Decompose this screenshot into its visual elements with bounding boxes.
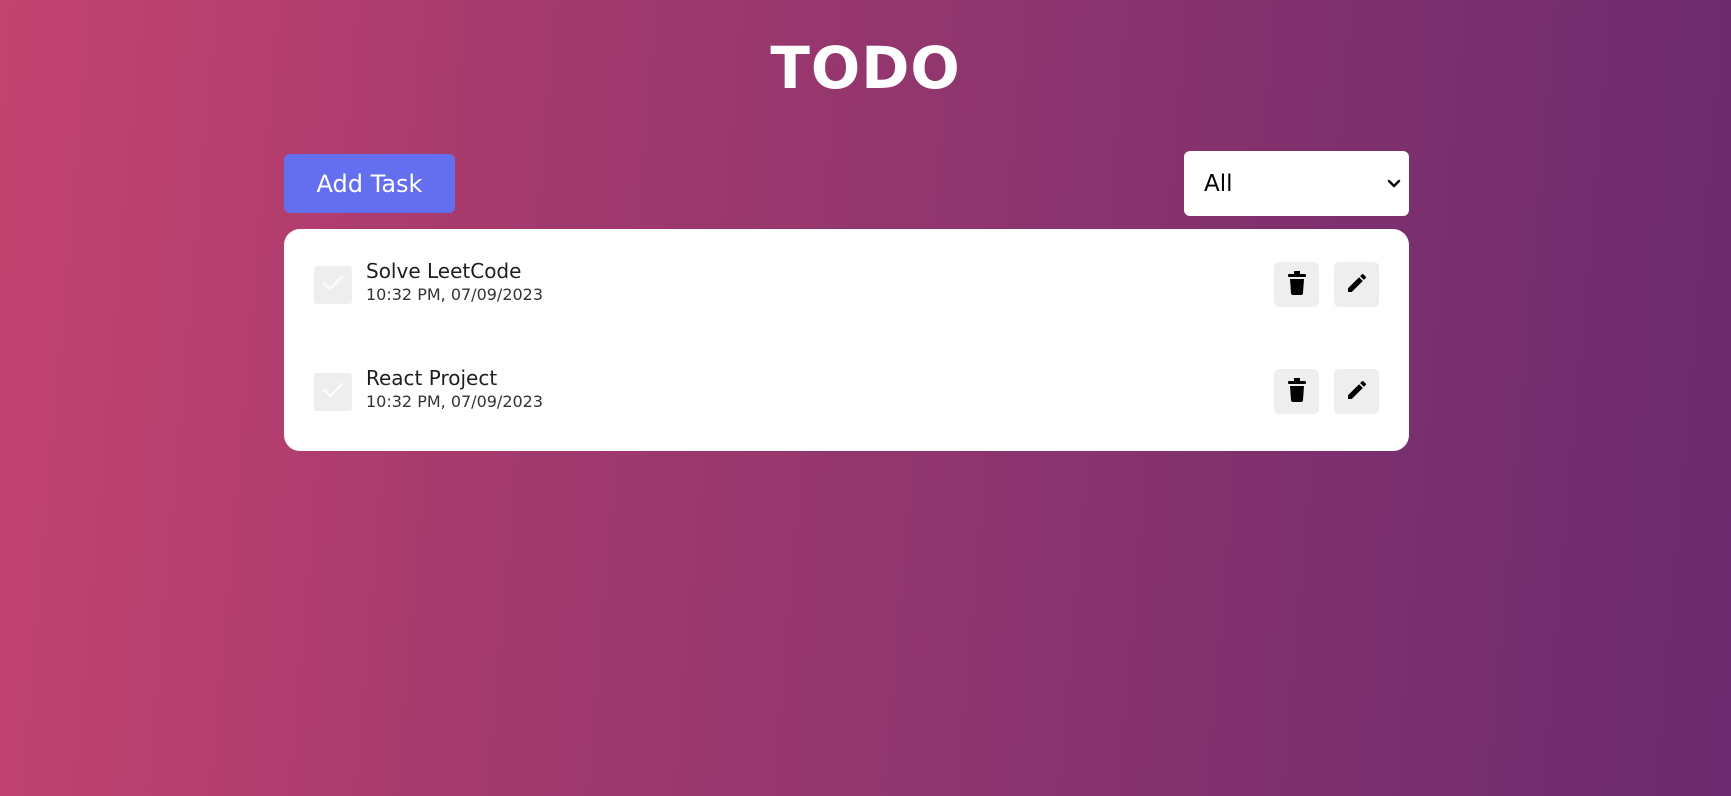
toolbar: Add Task All <box>284 151 1409 216</box>
edit-task-button[interactable] <box>1334 262 1379 307</box>
task-title: Solve LeetCode <box>366 259 522 283</box>
chevron-down-icon <box>1379 179 1409 189</box>
task-timestamp: 10:32 PM, 07/09/2023 <box>366 285 544 304</box>
add-task-button[interactable]: Add Task <box>284 154 455 213</box>
trash-icon <box>1287 270 1306 299</box>
task-text: Solve LeetCode 10:32 PM, 07/09/2023 <box>366 258 543 306</box>
task-checkbox[interactable] <box>314 266 352 304</box>
task-timestamp: 10:32 PM, 07/09/2023 <box>366 392 544 411</box>
edit-task-button[interactable] <box>1334 369 1379 414</box>
pencil-icon <box>1345 271 1369 299</box>
task-list: Solve LeetCode 10:32 PM, 07/09/2023 Reac… <box>284 229 1409 451</box>
trash-icon <box>1287 377 1306 406</box>
task-title: React Project <box>366 366 498 390</box>
delete-task-button[interactable] <box>1274 262 1319 307</box>
page-title: TODO <box>770 34 961 102</box>
check-icon <box>321 380 345 404</box>
filter-select[interactable]: All <box>1184 151 1409 216</box>
delete-task-button[interactable] <box>1274 369 1319 414</box>
task-item: React Project 10:32 PM, 07/09/2023 <box>314 365 1379 425</box>
task-text: React Project 10:32 PM, 07/09/2023 <box>366 365 543 413</box>
filter-selected-value: All <box>1204 170 1233 197</box>
task-item: Solve LeetCode 10:32 PM, 07/09/2023 <box>314 258 1379 318</box>
pencil-icon <box>1345 378 1369 406</box>
check-icon <box>321 273 345 297</box>
task-checkbox[interactable] <box>314 373 352 411</box>
